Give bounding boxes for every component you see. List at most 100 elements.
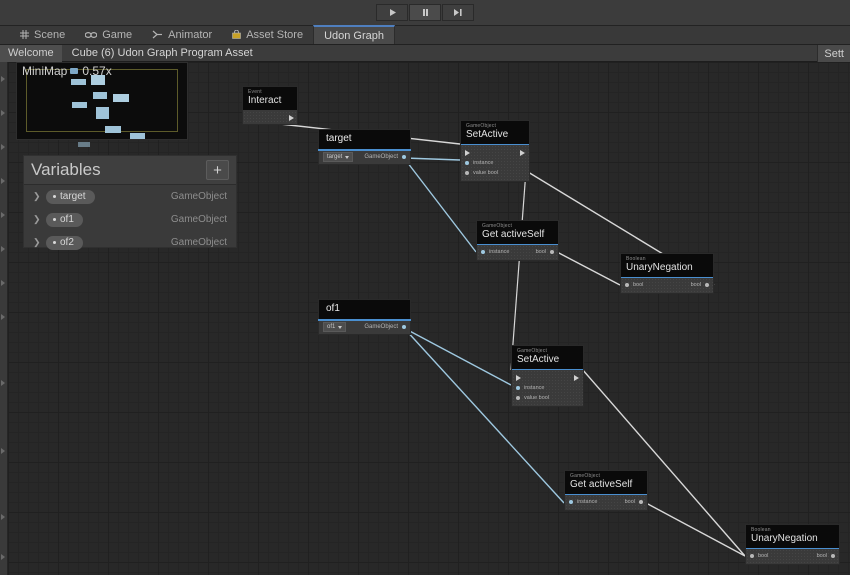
node-title: UnaryNegation <box>626 262 693 273</box>
node-variable-target[interactable]: target target GameObject <box>318 129 411 165</box>
output-port-group: GameObject <box>364 154 406 160</box>
output-port[interactable] <box>831 554 835 558</box>
add-variable-button[interactable]: + <box>206 160 229 180</box>
node-get-activeself-1[interactable]: GameObject Get activeSelf instance bool <box>476 220 559 261</box>
tab-scene[interactable]: Scene <box>10 25 75 44</box>
expand-chevron-icon[interactable]: ❯ <box>33 214 41 225</box>
node-body: instance value bool <box>512 370 583 406</box>
flow-output-port[interactable] <box>520 149 525 156</box>
node-body: bool bool <box>621 278 713 293</box>
input-row-instance: instance <box>461 158 529 168</box>
node-unarynegation-2[interactable]: Boolean UnaryNegation bool bool <box>745 524 840 565</box>
output-port-group: GameObject <box>364 324 406 330</box>
variable-name: of1 <box>60 213 74 225</box>
minimap-title-row: MiniMap 0.57x <box>22 64 112 78</box>
node-body: instance bool <box>565 495 647 510</box>
input-port[interactable] <box>465 171 469 175</box>
input-port[interactable] <box>750 554 754 558</box>
flow-output-port[interactable] <box>574 374 579 381</box>
output-port[interactable] <box>550 250 554 254</box>
input-port[interactable] <box>465 161 469 165</box>
port-label: bool <box>535 249 546 255</box>
node-setactive-2[interactable]: GameObject SetActive instance value bool <box>511 345 584 407</box>
tab-label: Scene <box>34 28 66 41</box>
flow-input-port[interactable] <box>516 374 521 381</box>
tab-animator[interactable]: Animator <box>142 25 222 44</box>
minimap-zoom-level: 0.57x <box>82 64 112 78</box>
node-title: Get activeSelf <box>570 479 633 490</box>
tab-game[interactable]: Game <box>75 25 142 44</box>
port-label: value bool <box>524 395 550 401</box>
variable-row-target[interactable]: ❯ target GameObject <box>24 185 236 208</box>
port-label: instance <box>473 160 494 166</box>
input-port[interactable] <box>569 500 573 504</box>
breadcrumb: Welcome Cube (6) Udon Graph Program Asse… <box>0 44 850 62</box>
node-title: of1 <box>326 303 340 314</box>
node-header: target <box>318 129 411 149</box>
flow-output-port[interactable] <box>289 115 294 121</box>
variables-title: Variables <box>31 160 101 179</box>
port-label: instance <box>524 385 545 391</box>
minimap-node <box>130 133 145 139</box>
input-port[interactable] <box>625 283 629 287</box>
port-label: GameObject <box>364 324 398 330</box>
settings-button[interactable]: Sett <box>817 45 850 62</box>
node-header: GameObject Get activeSelf <box>565 471 647 494</box>
node-interact[interactable]: Event Interact <box>242 86 298 125</box>
expand-chevron-icon[interactable]: ❯ <box>33 237 41 248</box>
node-body: of1 GameObject <box>318 320 411 335</box>
node-header: Boolean UnaryNegation <box>621 254 713 277</box>
variable-dot-icon <box>53 194 56 198</box>
node-get-activeself-2[interactable]: GameObject Get activeSelf instance bool <box>564 470 648 511</box>
input-port[interactable] <box>516 386 520 390</box>
variable-dot-icon <box>53 217 56 221</box>
play-button[interactable] <box>376 4 408 21</box>
tab-label: Animator <box>168 28 213 41</box>
flow-input-port[interactable] <box>465 149 470 156</box>
port-label: value bool <box>473 170 499 176</box>
port-label: bool <box>633 282 644 288</box>
output-port[interactable] <box>402 325 406 329</box>
port-label: bool <box>690 282 701 288</box>
node-title: Interact <box>248 95 282 106</box>
port-label: GameObject <box>364 154 398 160</box>
minimap-node <box>113 94 129 102</box>
variable-type: GameObject <box>170 237 227 248</box>
flow-row <box>512 372 583 383</box>
minimap-panel[interactable]: MiniMap 0.57x <box>16 62 188 147</box>
node-unarynegation-1[interactable]: Boolean UnaryNegation bool bool <box>620 253 714 294</box>
pause-button[interactable] <box>409 4 441 21</box>
variable-row-of2[interactable]: ❯ of2 GameObject <box>24 231 236 254</box>
tab-asset-store[interactable]: Asset Store <box>222 25 313 44</box>
variable-row-of1[interactable]: ❯ of1 GameObject <box>24 208 236 231</box>
variable-select-dropdown[interactable]: of1 <box>323 322 347 332</box>
variable-chip[interactable]: of1 <box>46 212 83 227</box>
node-setactive-1[interactable]: GameObject SetActive instance value bool <box>460 120 530 182</box>
variable-chip[interactable]: of2 <box>46 235 83 250</box>
output-port[interactable] <box>639 500 643 504</box>
variable-type: GameObject <box>170 214 227 225</box>
welcome-tab[interactable]: Welcome <box>0 44 62 62</box>
tab-udon-graph[interactable]: Udon Graph <box>313 25 395 44</box>
editor-tab-bar: Scene Game Animator Asset Store Udon Gra… <box>0 25 850 45</box>
step-button[interactable] <box>442 4 474 21</box>
expand-chevron-icon[interactable]: ❯ <box>33 191 41 202</box>
node-title: SetActive <box>466 129 509 140</box>
variable-name: target <box>60 190 86 202</box>
playmode-controls <box>376 4 474 21</box>
tab-label: Asset Store <box>246 28 304 41</box>
minimap-toggle-icon[interactable] <box>70 64 79 78</box>
udon-graph-canvas[interactable]: MiniMap 0.57x Variables + ❯ target GameO… <box>8 62 850 575</box>
tab-label: Udon Graph <box>324 29 384 42</box>
output-port[interactable] <box>705 283 709 287</box>
output-port[interactable] <box>402 155 406 159</box>
input-port[interactable] <box>481 250 485 254</box>
port-label: instance <box>489 249 510 255</box>
variable-select-dropdown[interactable]: target <box>323 152 354 162</box>
node-header: of1 <box>318 299 411 319</box>
variable-chip[interactable]: target <box>46 189 95 204</box>
port-row: instance bool <box>565 497 647 507</box>
minimap-node <box>71 79 86 85</box>
input-port[interactable] <box>516 396 520 400</box>
node-variable-of1[interactable]: of1 of1 GameObject <box>318 299 411 335</box>
